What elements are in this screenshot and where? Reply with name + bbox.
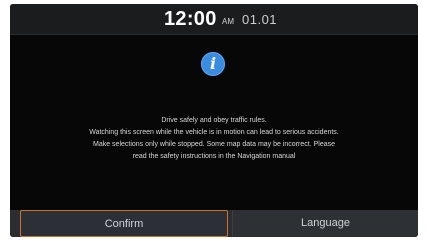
safety-message-line: Make selections only while stopped. Some… — [92, 141, 335, 148]
date-display: 01.01 — [242, 12, 278, 27]
clock-time: 12:00 — [164, 8, 217, 30]
safety-message-line: Drive safely and obey traffic rules. — [161, 117, 267, 124]
language-button[interactable]: Language — [232, 210, 418, 237]
status-bar: 12:00 AM 01.01 — [10, 4, 418, 35]
confirm-button[interactable]: Confirm — [20, 210, 228, 237]
safety-message: Drive safely and obey traffic rules. Wat… — [10, 115, 418, 163]
head-unit-screen: 12:00 AM 01.01 i Drive safely and obey t… — [10, 4, 418, 237]
info-icon: i — [201, 52, 225, 76]
clock-ampm: AM — [222, 17, 234, 26]
safety-message-line: Watching this screen while the vehicle i… — [89, 129, 339, 136]
safety-message-line: read the safety instructions in the Navi… — [132, 153, 296, 160]
dialog-button-bar: Confirm Language — [10, 210, 418, 237]
